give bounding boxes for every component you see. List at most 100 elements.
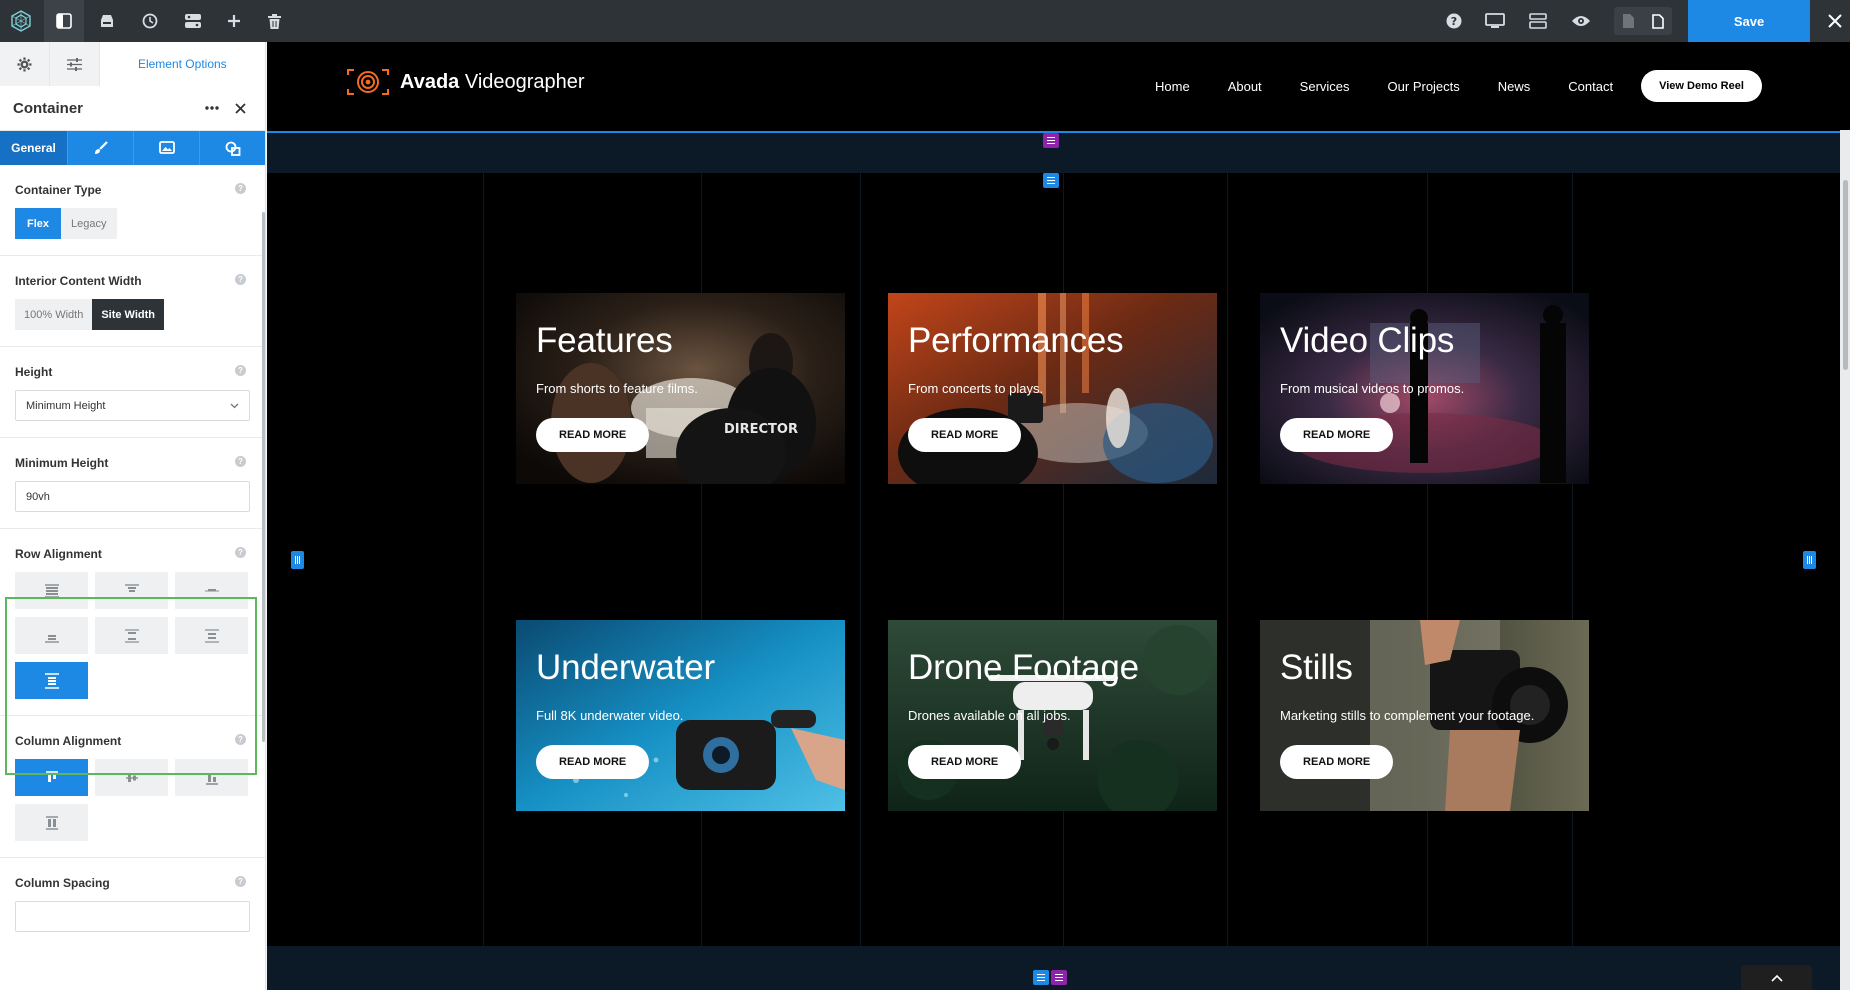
help-icon[interactable]: ? [235, 547, 246, 558]
container-outline [267, 131, 1840, 990]
card-drone-footage[interactable]: Drone Footage Drones available on all jo… [888, 620, 1217, 811]
read-more-button[interactable]: READ MORE [908, 418, 1022, 452]
column-controls-icon[interactable] [1043, 173, 1059, 188]
row-align-start-button[interactable] [95, 572, 168, 609]
trash-icon[interactable] [256, 0, 292, 42]
card-features[interactable]: DIRECTOR Features From shorts to feature… [516, 293, 845, 484]
shapes-icon [225, 141, 240, 156]
nav-our-projects[interactable]: Our Projects [1388, 70, 1460, 102]
nav-news[interactable]: News [1498, 70, 1531, 102]
nav-contact[interactable]: Contact [1568, 70, 1613, 102]
subtab-design[interactable] [68, 131, 134, 165]
subtab-general[interactable]: General [0, 131, 68, 165]
subtab-extras[interactable] [200, 131, 265, 165]
interior-width-100[interactable]: 100% Width [15, 299, 93, 330]
view-demo-reel-button[interactable]: View Demo Reel [1641, 70, 1762, 102]
col-align-center-button[interactable] [95, 759, 168, 796]
column-spacing-label: Column Spacing [15, 876, 110, 890]
page-canvas: Avada Videographer Home About Services O… [267, 42, 1850, 990]
column-controls-icon[interactable] [1033, 970, 1049, 985]
subtab-background[interactable] [134, 131, 200, 165]
sidebar-toggle-icon[interactable] [44, 0, 84, 42]
row-alignment-grid [15, 572, 250, 699]
navigator-icon[interactable] [1521, 0, 1555, 42]
card-underwater[interactable]: Underwater Full 8K underwater video. REA… [516, 620, 845, 811]
canvas-scrollbar[interactable] [1840, 130, 1850, 990]
card-subtitle: Full 8K underwater video. [536, 708, 684, 723]
site-logo[interactable]: Avada Videographer [346, 69, 585, 95]
document-icon[interactable] [1644, 0, 1672, 42]
tab-settings[interactable] [0, 42, 50, 86]
col-align-top-button[interactable] [15, 759, 88, 796]
nav-home[interactable]: Home [1155, 70, 1190, 102]
column-spacing-input[interactable] [15, 901, 250, 932]
card-stills[interactable]: Stills Marketing stills to complement yo… [1260, 620, 1589, 811]
help-icon[interactable]: ? [235, 274, 246, 285]
preview-icon[interactable] [1564, 0, 1598, 42]
brand-name-bold: Avada [400, 70, 460, 93]
help-icon[interactable]: ? [1437, 0, 1471, 42]
row-align-end-button[interactable] [15, 617, 88, 654]
history-icon[interactable] [131, 0, 169, 42]
read-more-button[interactable]: READ MORE [1280, 418, 1394, 452]
library-icon[interactable] [88, 0, 126, 42]
card-performances[interactable]: Performances From concerts to plays. REA… [888, 293, 1217, 484]
interior-width-site[interactable]: Site Width [92, 299, 164, 330]
row-align-space-between-button[interactable] [95, 617, 168, 654]
col-align-stretch-button[interactable] [15, 804, 88, 841]
nav-about[interactable]: About [1228, 70, 1262, 102]
min-height-label: Minimum Height [15, 456, 109, 470]
column-guide [1572, 173, 1573, 946]
add-icon[interactable] [216, 0, 252, 42]
scroll-to-top-button[interactable] [1741, 965, 1812, 990]
row-align-space-around-button[interactable] [175, 617, 248, 654]
column-guide [1063, 173, 1064, 946]
more-options-icon[interactable] [200, 106, 224, 110]
card-subtitle: From concerts to plays. [908, 381, 1044, 396]
min-height-input[interactable]: 90vh [15, 481, 250, 512]
close-builder-icon[interactable] [1820, 0, 1850, 42]
container-type-toggle: Flex Legacy [15, 208, 117, 239]
container-type-flex[interactable]: Flex [15, 208, 62, 239]
help-icon[interactable]: ? [235, 365, 246, 376]
card-video-clips[interactable]: Video Clips From musical videos to promo… [1260, 293, 1589, 484]
container-controls-icon[interactable] [1051, 970, 1067, 985]
layout-icon[interactable] [174, 0, 212, 42]
help-icon[interactable]: ? [235, 183, 246, 194]
svg-text:?: ? [1451, 15, 1457, 28]
container-type-legacy[interactable]: Legacy [61, 208, 117, 239]
help-icon[interactable]: ? [235, 456, 246, 467]
nav-services[interactable]: Services [1300, 70, 1350, 102]
col-align-bottom-button[interactable] [175, 759, 248, 796]
row-align-space-evenly-button[interactable] [15, 662, 88, 699]
tab-element-options[interactable]: Element Options [99, 42, 265, 86]
help-icon[interactable]: ? [235, 876, 246, 887]
builder-logo-icon[interactable] [0, 0, 42, 42]
sidebar-scrollbar[interactable] [262, 212, 265, 742]
tab-page-options[interactable] [49, 42, 100, 86]
row-align-center-button[interactable] [175, 572, 248, 609]
column-alignment-label: Column Alignment [15, 734, 122, 748]
save-button[interactable]: Save [1688, 0, 1810, 42]
option-row-alignment: Row Alignment ? [0, 529, 265, 716]
card-subtitle: Drones available on all jobs. [908, 708, 1071, 723]
card-title: Features [536, 321, 673, 360]
resize-handle-left[interactable] [291, 551, 304, 569]
row-align-stretch-button[interactable] [15, 572, 88, 609]
read-more-button[interactable]: READ MORE [908, 745, 1022, 779]
desktop-icon[interactable] [1478, 0, 1512, 42]
resize-handle-right[interactable] [1803, 551, 1816, 569]
builder-toolbar: ? Save [0, 0, 1850, 42]
read-more-button[interactable]: READ MORE [536, 745, 650, 779]
container-type-label: Container Type [15, 183, 102, 197]
close-panel-icon[interactable] [228, 102, 252, 114]
card-title: Drone Footage [908, 648, 1139, 687]
container-controls-icon[interactable] [1043, 133, 1059, 148]
page-icon[interactable] [1614, 0, 1642, 42]
read-more-button[interactable]: READ MORE [1280, 745, 1394, 779]
read-more-button[interactable]: READ MORE [536, 418, 650, 452]
height-select[interactable]: Minimum Height [15, 390, 250, 421]
help-icon[interactable]: ? [235, 734, 246, 745]
site-header: Avada Videographer Home About Services O… [267, 42, 1850, 130]
column-guide [1427, 173, 1428, 946]
